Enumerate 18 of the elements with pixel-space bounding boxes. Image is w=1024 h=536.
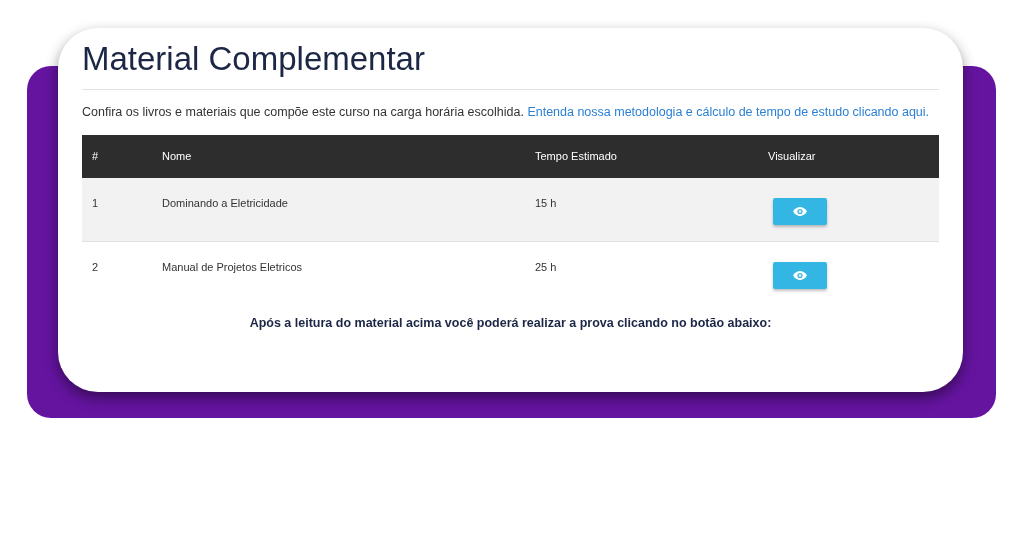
page-title: Material Complementar [82,39,426,79]
column-header: # [92,150,99,163]
eye-icon [793,271,807,280]
footer-note: Após a leitura do material acima você poderá realizar a prova clicando no botão abaixo: [249,315,772,332]
column-header: Visualizar [768,150,816,163]
view-button[interactable] [773,198,827,225]
table-cell: 15 h [535,197,557,209]
table-cell: 1 [92,197,99,209]
table-cell: 25 h [535,261,557,273]
column-header: Nome [162,150,192,163]
column-header: Tempo Estimado [535,150,617,163]
table-cell: Manual de Projetos Eletricos [162,261,302,273]
eye-icon [793,207,807,216]
table-cell: Dominando a Eletricidade [162,197,288,209]
table-cell: 2 [92,261,99,273]
intro-text: Confira os livros e materiais que compõe este curso na carga horária escolhida. Entenda nossa metodologia e cálculo de tempo de estudo clicando aqui. [82,104,931,121]
view-button[interactable] [773,262,827,289]
methodology-link[interactable]: Entenda nossa metodologia e cálculo de tempo de estudo clicando aqui. [527,105,930,119]
